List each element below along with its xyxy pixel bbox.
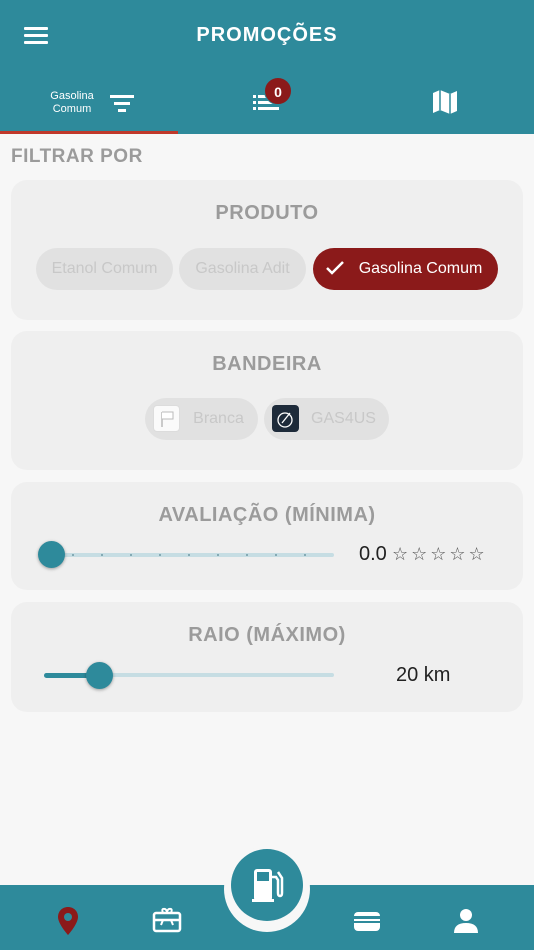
tab-list[interactable]: 0 bbox=[178, 70, 356, 134]
brand-title: BANDEIRA bbox=[212, 353, 322, 375]
nav-gift-card[interactable] bbox=[151, 905, 183, 937]
rating-slider-tick bbox=[188, 554, 190, 556]
rating-slider-tick bbox=[72, 554, 74, 556]
rating-slider-tick bbox=[130, 554, 132, 556]
chip-label: GAS4US bbox=[311, 410, 376, 427]
filter-icon bbox=[110, 95, 134, 112]
user-icon bbox=[454, 909, 478, 933]
chip-label: Etanol Comum bbox=[51, 260, 158, 277]
radius-title: RAIO (MÁXIMO) bbox=[188, 624, 346, 646]
nav-wallet[interactable] bbox=[351, 905, 383, 937]
active-tab-indicator bbox=[0, 131, 178, 134]
map-pin-icon bbox=[58, 907, 78, 935]
chip-label: Gasolina Adit bbox=[195, 260, 290, 277]
chip-gas4us[interactable]: GAS4US bbox=[264, 398, 389, 440]
tab-filter[interactable]: Gasolina Comum bbox=[0, 70, 178, 134]
rating-slider-tick bbox=[275, 554, 277, 556]
product-filter-card: PRODUTO Etanol Comum Gasolina Adit Gasol… bbox=[11, 180, 523, 320]
check-icon bbox=[326, 261, 344, 275]
rating-slider-tick bbox=[101, 554, 103, 556]
map-icon bbox=[433, 90, 457, 114]
rating-filter-card: AVALIAÇÃO (MÍNIMA) 0.0 ☆☆☆☆☆ bbox=[11, 482, 523, 590]
brand-filter-card: BANDEIRA Branca GAS4US bbox=[11, 331, 523, 470]
chip-label: Gasolina Comum bbox=[358, 260, 483, 277]
chip-gasolina-adit[interactable]: Gasolina Adit bbox=[179, 248, 306, 290]
gift-card-icon bbox=[152, 907, 182, 933]
rating-slider-tick bbox=[246, 554, 248, 556]
tab-map[interactable] bbox=[356, 70, 534, 134]
tab-filter-label: Gasolina Comum bbox=[50, 90, 94, 115]
gas4us-logo-icon bbox=[272, 405, 299, 432]
rating-slider-tick bbox=[217, 554, 219, 556]
fuel-pump-icon bbox=[252, 869, 284, 902]
rating-title: AVALIAÇÃO (MÍNIMA) bbox=[158, 504, 376, 526]
rating-slider-thumb[interactable] bbox=[37, 541, 65, 568]
radius-value: 20 km bbox=[396, 664, 451, 686]
chip-gasolina-comum[interactable]: Gasolina Comum bbox=[313, 248, 498, 290]
chip-label: Branca bbox=[193, 410, 244, 427]
wallet-icon bbox=[354, 912, 380, 931]
radius-slider-thumb[interactable] bbox=[85, 662, 113, 689]
page-title: PROMOÇÕES bbox=[196, 24, 338, 46]
product-title: PRODUTO bbox=[215, 202, 319, 224]
rating-slider-tick bbox=[304, 554, 306, 556]
filter-section-title: FILTRAR POR bbox=[11, 146, 143, 167]
app-header: PROMOÇÕES Gasolina Comum 0 bbox=[0, 0, 534, 134]
flag-icon bbox=[153, 405, 180, 432]
rating-value: 0.0 bbox=[359, 543, 387, 565]
rating-slider-tick bbox=[159, 554, 161, 556]
nav-user[interactable] bbox=[450, 905, 482, 937]
rating-stars-icon: ☆☆☆☆☆ bbox=[392, 544, 488, 564]
fuel-pump-button[interactable] bbox=[231, 849, 303, 921]
nav-map-pin[interactable] bbox=[52, 905, 84, 937]
chip-branca[interactable]: Branca bbox=[145, 398, 258, 440]
notification-badge: 0 bbox=[264, 77, 292, 105]
chip-etanol-comum[interactable]: Etanol Comum bbox=[36, 248, 173, 290]
radius-filter-card: RAIO (MÁXIMO) 20 km bbox=[11, 602, 523, 712]
